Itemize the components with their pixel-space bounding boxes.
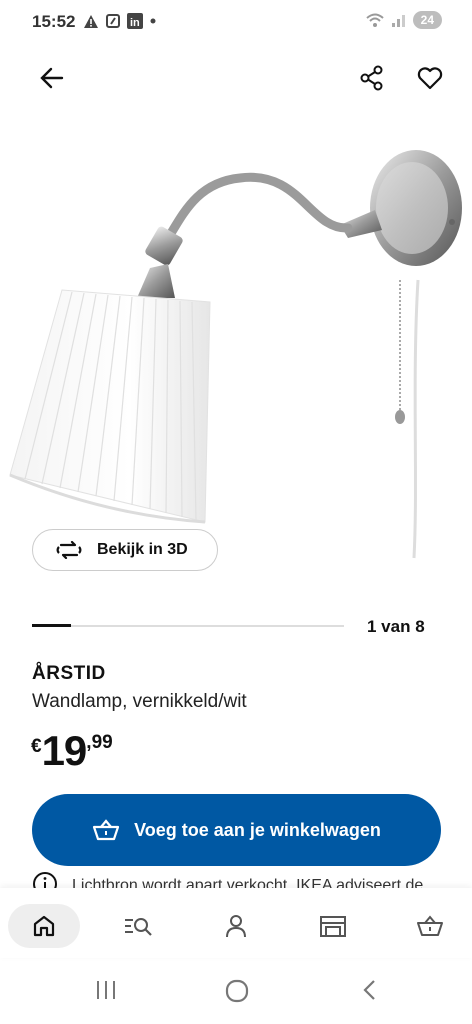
bottom-nav — [0, 888, 472, 958]
nav-store[interactable] — [303, 904, 363, 948]
home-circle-icon — [225, 979, 249, 1003]
chevron-left-icon — [363, 980, 375, 1000]
view-3d-button[interactable]: Bekijk in 3D — [32, 529, 218, 571]
heart-icon — [417, 67, 443, 90]
price-integer: 19 — [41, 727, 88, 774]
system-nav-bar — [0, 960, 472, 1024]
rotate-3d-icon — [56, 541, 82, 559]
signal-icon — [391, 15, 405, 27]
favorite-button[interactable] — [416, 64, 444, 97]
search-list-icon — [125, 918, 152, 936]
home-icon — [33, 915, 55, 937]
arrow-left-icon — [40, 67, 64, 89]
share-button[interactable] — [358, 64, 386, 97]
product-description: Wandlamp, vernikkeld/wit — [32, 691, 247, 712]
gallery-progress-fill — [32, 624, 71, 627]
notice-text: Lichtbron wordt apart verkocht. IKEA adv… — [72, 877, 424, 888]
store-icon — [320, 916, 346, 937]
warning-icon — [84, 14, 98, 28]
nav-cart[interactable] — [400, 904, 460, 948]
wifi-icon — [365, 13, 384, 27]
person-icon — [226, 915, 246, 938]
cart-icon — [93, 819, 120, 841]
recents-icon — [97, 981, 115, 999]
home-system-button[interactable] — [224, 978, 250, 1009]
product-price: € 19 ,99 — [31, 730, 113, 772]
product-image[interactable] — [0, 130, 472, 570]
nav-home[interactable] — [8, 904, 80, 948]
share-icon — [360, 65, 383, 91]
dot-icon — [150, 18, 156, 24]
info-icon — [33, 872, 57, 888]
battery-badge: 24 — [412, 11, 442, 29]
gallery-counter: 1 van 8 — [367, 617, 425, 636]
view-3d-label: Bekijk in 3D — [97, 541, 188, 558]
nav-search[interactable] — [108, 904, 168, 948]
gallery-progress — [32, 624, 344, 627]
svg-text:in: in — [130, 17, 140, 29]
price-currency: € — [31, 736, 42, 757]
basket-icon — [417, 915, 443, 936]
back-system-button[interactable] — [360, 978, 380, 1007]
notification-icons: in — [83, 13, 157, 29]
nfc-icon — [106, 14, 120, 28]
back-button[interactable] — [38, 64, 66, 97]
product-name: ÅRSTID — [32, 663, 106, 684]
add-to-cart-label: Voeg toe aan je winkelwagen — [134, 819, 381, 840]
linkedin-icon: in — [127, 13, 143, 29]
lightsource-notice: Lichtbron wordt apart verkocht. IKEA adv… — [32, 868, 452, 888]
add-to-cart-button[interactable]: Voeg toe aan je winkelwagen — [32, 794, 441, 866]
status-time: 15:52 — [32, 12, 76, 31]
status-bar: 15:52 in 24 — [0, 0, 472, 44]
price-decimal: ,99 — [86, 732, 113, 753]
nav-account[interactable] — [206, 904, 266, 948]
recents-button[interactable] — [94, 978, 118, 1007]
